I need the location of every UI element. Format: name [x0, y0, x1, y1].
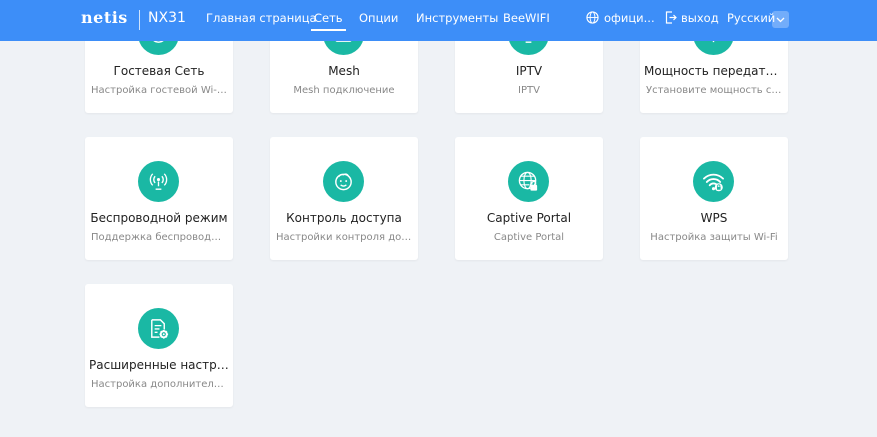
top-navigation-bar: netis NX31 Главная страница Сеть Опции И… — [0, 0, 877, 41]
language-select[interactable]: Русский — [727, 11, 775, 25]
card-captive-portal[interactable]: Captive Portal Captive Portal — [455, 137, 603, 260]
card-description: Установите мощность сигнала — [646, 85, 782, 96]
logo-divider — [139, 10, 140, 30]
logout-link[interactable]: выход — [681, 11, 719, 25]
card-title: Беспроводной режим — [90, 211, 228, 225]
card-title: WPS — [700, 211, 728, 225]
card-description: IPTV — [518, 85, 540, 96]
nav-network[interactable]: Сеть — [311, 11, 346, 31]
card-wps[interactable]: WPS Настройка защиты Wi-Fi — [640, 137, 788, 260]
card-description: Настройка дополнительных параметров — [91, 379, 227, 390]
card-description: Настройка гостевой Wi-Fi сети — [91, 85, 227, 96]
access-control-icon — [323, 161, 364, 202]
official-site-link[interactable]: офици... — [604, 11, 655, 25]
card-title: Captive Portal — [486, 211, 572, 225]
language-dropdown-button[interactable] — [772, 11, 789, 28]
card-description: Captive Portal — [493, 232, 565, 243]
card-description: Mesh подключение — [293, 85, 395, 96]
card-advanced-settings[interactable]: Расширенные настройки Настройка дополнит… — [85, 284, 233, 407]
captive-portal-icon — [508, 161, 549, 202]
card-description: Настройка защиты Wi-Fi — [650, 232, 778, 243]
card-title: Mesh — [328, 64, 360, 78]
nav-tools[interactable]: Инструменты — [416, 11, 498, 25]
card-title: Расширенные настройки — [89, 358, 229, 372]
nav-beewifi[interactable]: BeeWIFI — [503, 11, 550, 25]
card-title: IPTV — [515, 64, 543, 78]
globe-icon[interactable] — [586, 11, 599, 24]
nav-home[interactable]: Главная страница — [206, 11, 317, 25]
netis-logo: netis — [81, 8, 128, 27]
card-title: Мощность передатчика — [644, 64, 784, 78]
wireless-mode-icon — [138, 161, 179, 202]
nav-options[interactable]: Опции — [359, 11, 398, 25]
card-title: Контроль доступа — [286, 211, 402, 225]
advanced-settings-icon — [138, 308, 179, 349]
card-wireless-mode[interactable]: Беспроводной режим Поддержка беспроводно… — [85, 137, 233, 260]
model-name: NX31 — [148, 10, 186, 26]
chevron-down-icon — [776, 17, 785, 23]
card-title: Гостевая Сеть — [113, 64, 205, 78]
wps-icon — [693, 161, 734, 202]
card-access-control[interactable]: Контроль доступа Настройки контроля дост… — [270, 137, 418, 260]
card-description: Настройки контроля доступа — [276, 232, 412, 243]
card-description: Поддержка беспроводного режима — [91, 232, 227, 243]
logout-icon[interactable] — [665, 11, 677, 24]
